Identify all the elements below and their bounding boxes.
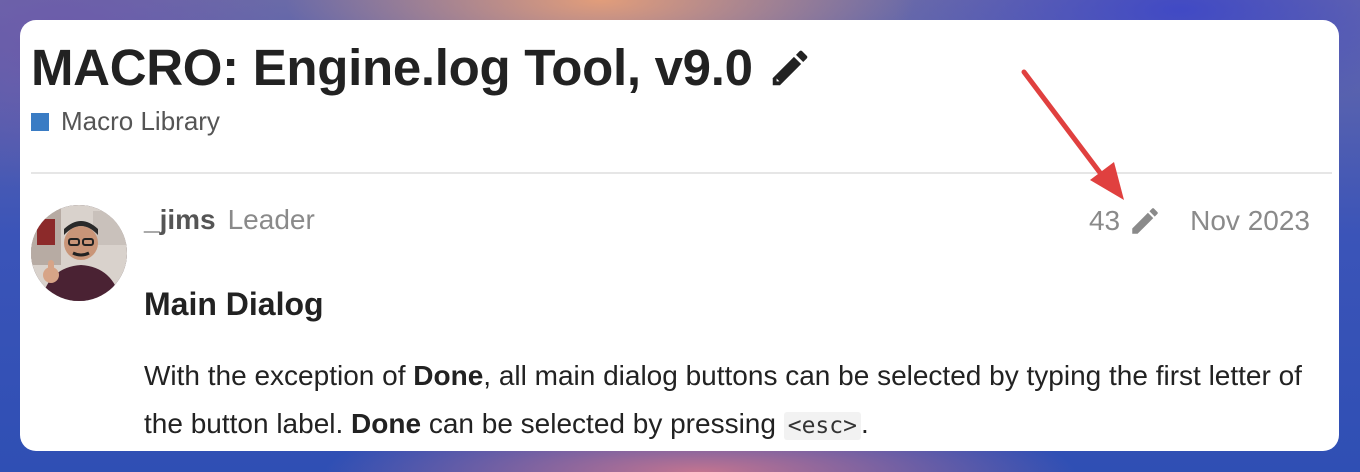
post-body: With the exception of Done, all main dia… [144, 352, 1314, 450]
inline-code-esc: <esc> [783, 412, 861, 440]
category-color-swatch [31, 112, 49, 131]
topic-title-row: MACRO: Engine.log Tool, v9.0 [31, 38, 813, 98]
post-heading: Main Dialog [144, 286, 324, 322]
post-meta: 43 Nov 2023 [1089, 204, 1310, 238]
user-title: Leader [227, 204, 315, 235]
category-name: Macro Library [61, 106, 220, 136]
category-link[interactable]: Macro Library [31, 106, 220, 137]
topic-title: MACRO: Engine.log Tool, v9.0 [31, 39, 753, 96]
edit-history-pencil-icon[interactable] [1128, 204, 1162, 238]
poster-info: _jims Leader [144, 204, 315, 236]
body-text-segment: With the exception of [144, 360, 414, 391]
avatar[interactable] [31, 205, 127, 301]
username-link[interactable]: _jims [144, 204, 216, 236]
edit-title-pencil-icon[interactable] [767, 45, 813, 91]
body-text-segment: . [860, 408, 869, 439]
body-bold-done: Done [351, 408, 422, 439]
body-bold-done: Done [413, 360, 484, 391]
edit-count[interactable]: 43 [1089, 205, 1120, 237]
topic-card: MACRO: Engine.log Tool, v9.0 Macro Libra… [20, 20, 1339, 451]
title-divider [31, 172, 1332, 174]
body-text-segment: can be selected by pressing [421, 408, 784, 439]
post-date[interactable]: Nov 2023 [1190, 205, 1310, 237]
